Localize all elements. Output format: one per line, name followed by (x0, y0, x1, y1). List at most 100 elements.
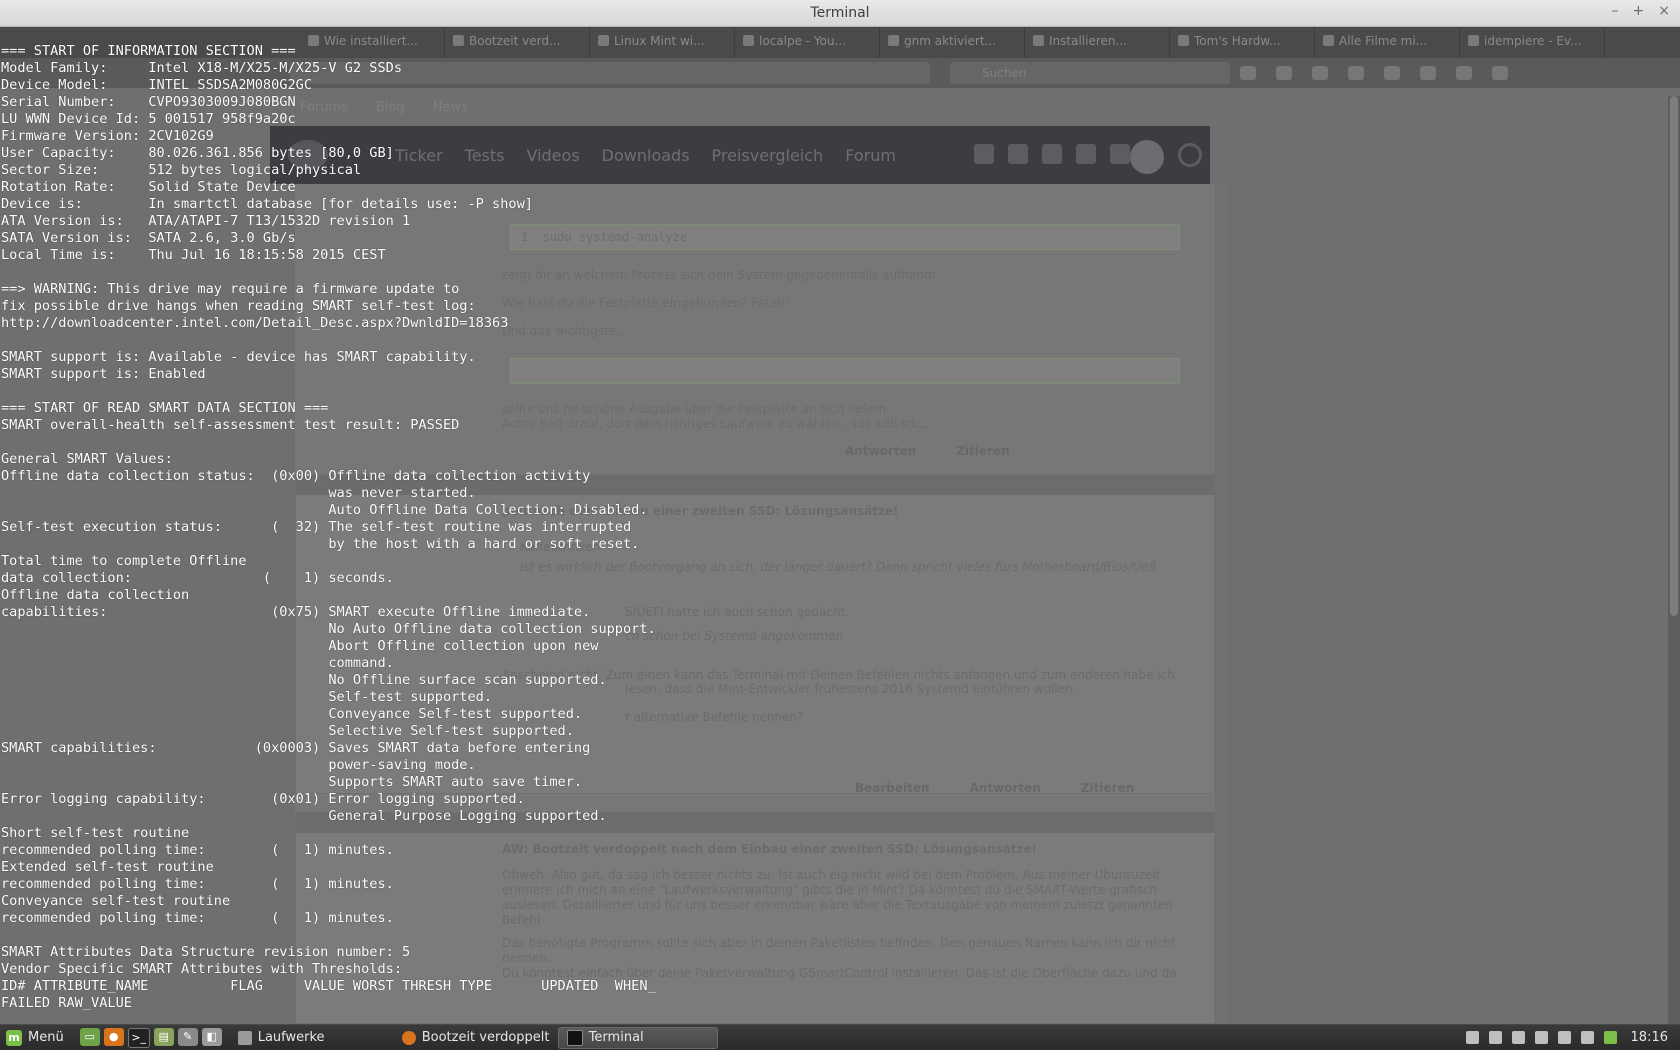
show-desktop-icon[interactable]: ▭ (79, 1027, 100, 1046)
terminal-icon (566, 1029, 583, 1046)
post-actions: Antworten Zitieren (845, 444, 1010, 458)
browser-tab: Tom's Hardw... (1170, 26, 1315, 58)
terminal-line: recommended polling time: ( 1) minutes. (1, 876, 394, 892)
terminal-line: Device Model: INTEL SSDSA2M080G2GC (1, 77, 312, 93)
page-divider (1218, 184, 1228, 1024)
browser-tab: idempiere - Ev... (1460, 26, 1605, 58)
clock[interactable]: 18:16 (1631, 1030, 1668, 1045)
quick-launchers: ▭ ● >_ ▤ ✎ ◧ (79, 1027, 222, 1048)
youtube-icon (1076, 144, 1096, 164)
terminal-line: http://downloadcenter.intel.com/Detail_D… (1, 315, 509, 331)
window-controls: – + × (1612, 3, 1670, 19)
search-icon (1178, 143, 1202, 167)
terminal-line: Sector Size: 512 bytes logical/physical (1, 162, 362, 178)
twitter-icon (1008, 144, 1028, 164)
linux-mint-logo-icon: m (6, 1029, 22, 1046)
user-icon[interactable] (1465, 1031, 1479, 1044)
terminal-line: Device is: In smartctl database [for det… (1, 196, 533, 212)
terminal-line: User Capacity: 80.026.361.856 bytes [80,… (1, 145, 394, 161)
terminal-line: Local Time is: Thu Jul 16 18:15:58 2015 … (1, 247, 386, 263)
browser-tab: Alle Filme mi... (1315, 26, 1460, 58)
wifi-icon[interactable] (1534, 1031, 1548, 1044)
reply-link: Antworten (845, 444, 917, 458)
post-text: S/UEFI hatte ich auch schon gedacht. (625, 605, 850, 619)
site-nav-item: Forum (845, 146, 896, 165)
terminal-line: Selective Self-test supported. (1, 723, 574, 739)
terminal-line: No Auto Offline data collection support. (1, 621, 656, 637)
terminal-icon[interactable]: >_ (127, 1027, 150, 1048)
menu-icon (1492, 66, 1508, 80)
clipboard-icon[interactable] (1488, 1031, 1502, 1044)
terminal-line: recommended polling time: ( 1) minutes. (1, 842, 394, 858)
terminal-line: Conveyance self-test routine (1, 893, 231, 909)
terminal-line: Abort Offline collection upon new (1, 638, 599, 654)
addon-icon (1456, 66, 1472, 80)
terminal-line: SMART Attributes Data Structure revision… (1, 944, 411, 960)
bookmarks-icon (1276, 66, 1292, 80)
terminal-line: Vendor Specific SMART Attributes with Th… (1, 961, 403, 977)
favicon-icon (1323, 35, 1334, 46)
terminal-line: General Purpose Logging supported. (1, 808, 607, 824)
terminal-line: Offline data collection (1, 587, 190, 603)
rss-icon (1110, 144, 1130, 164)
terminal-line: FAILED RAW_VALUE (1, 995, 132, 1011)
maximize-button[interactable]: + (1633, 3, 1645, 19)
terminal-line: Error logging capability: (0x01) Error l… (1, 791, 525, 807)
firefox-icon[interactable]: ● (103, 1027, 124, 1046)
start-menu-label: Menü (28, 1030, 64, 1045)
settings-icon[interactable]: ◧ (201, 1027, 222, 1046)
files-icon[interactable]: ▤ (153, 1027, 174, 1046)
terminal-line: Auto Offline Data Collection: Disabled. (1, 502, 648, 518)
minimize-button[interactable]: – (1612, 3, 1619, 19)
terminal-line: was never started. (1, 485, 476, 501)
terminal-line: SMART support is: Available - device has… (1, 349, 476, 365)
chat-icon (1420, 66, 1436, 80)
window-titlebar[interactable]: Terminal – + × (0, 0, 1680, 27)
terminal-line: SMART capabilities: (0x0003) Saves SMART… (1, 740, 591, 756)
terminal-line: Total time to complete Offline (1, 553, 247, 569)
terminal-line: === START OF INFORMATION SECTION === (1, 43, 296, 59)
scrollbar-thumb (1670, 96, 1678, 616)
terminal-line: power-saving mode. (1, 757, 476, 773)
terminal-line: General SMART Values: (1, 451, 173, 467)
reply-link: Antworten (969, 781, 1041, 795)
terminal-line: Extended self-test routine (1, 859, 214, 875)
edit-link: Bearbeiten (855, 781, 930, 795)
close-button[interactable]: × (1658, 3, 1670, 19)
favicon-icon (1468, 35, 1479, 46)
terminal-line: === START OF READ SMART DATA SECTION === (1, 400, 329, 416)
brightness-icon[interactable] (1580, 1031, 1594, 1044)
terminal-line: Short self-test routine (1, 825, 190, 841)
start-menu-button[interactable]: m Menü (0, 1026, 72, 1050)
avatar (1130, 140, 1164, 174)
browser-toolbar-icons (1240, 66, 1508, 80)
pocket-icon (1312, 66, 1328, 80)
browser-tab: localpe - You... (735, 26, 880, 58)
terminal-line: ATA Version is: ATA/ATAPI-7 T13/1532D re… (1, 213, 411, 229)
bluetooth-icon[interactable] (1511, 1031, 1525, 1044)
taskbar-item-terminal[interactable]: Terminal (557, 1026, 718, 1049)
terminal-output[interactable]: === START OF INFORMATION SECTION === Mod… (1, 43, 656, 1012)
browser-tab: gnm aktiviert... (880, 26, 1025, 58)
post-text: ch schon bei Systemd angekommen (625, 629, 844, 643)
favicon-icon (743, 35, 754, 46)
window-title: Terminal (810, 5, 870, 21)
update-shield-icon[interactable] (1603, 1031, 1617, 1044)
terminal-line: LU WWN Device Id: 5 001517 958f9a20c (1, 111, 296, 127)
googleplus-icon (1042, 144, 1062, 164)
software-icon[interactable]: ✎ (177, 1027, 198, 1046)
taskbar-item-firefox[interactable]: Bootzeit verdoppelt ... (394, 1027, 554, 1049)
terminal-line: Self-test execution status: ( 32) The se… (1, 519, 632, 535)
taskbar: m Menü ▭ ● >_ ▤ ✎ ◧ Laufwerke Bootzeit v… (0, 1024, 1680, 1050)
terminal-line: Rotation Rate: Solid State Device (1, 179, 296, 195)
taskbar-item-laufwerke[interactable]: Laufwerke (230, 1027, 390, 1049)
terminal-line: Self-test supported. (1, 689, 493, 705)
quote-link: Zitieren (1080, 781, 1135, 795)
terminal-line: ==> WARNING: This drive may require a fi… (1, 281, 460, 297)
browser-scrollbar (1668, 96, 1680, 1024)
terminal-line: Model Family: Intel X18-M/X25-M/X25-V G2… (1, 60, 403, 76)
favicon-icon (1033, 35, 1044, 46)
terminal-line: by the host with a hard or soft reset. (1, 536, 640, 552)
terminal-line: Firmware Version: 2CV102G9 (1, 128, 214, 144)
volume-icon[interactable] (1557, 1031, 1571, 1044)
